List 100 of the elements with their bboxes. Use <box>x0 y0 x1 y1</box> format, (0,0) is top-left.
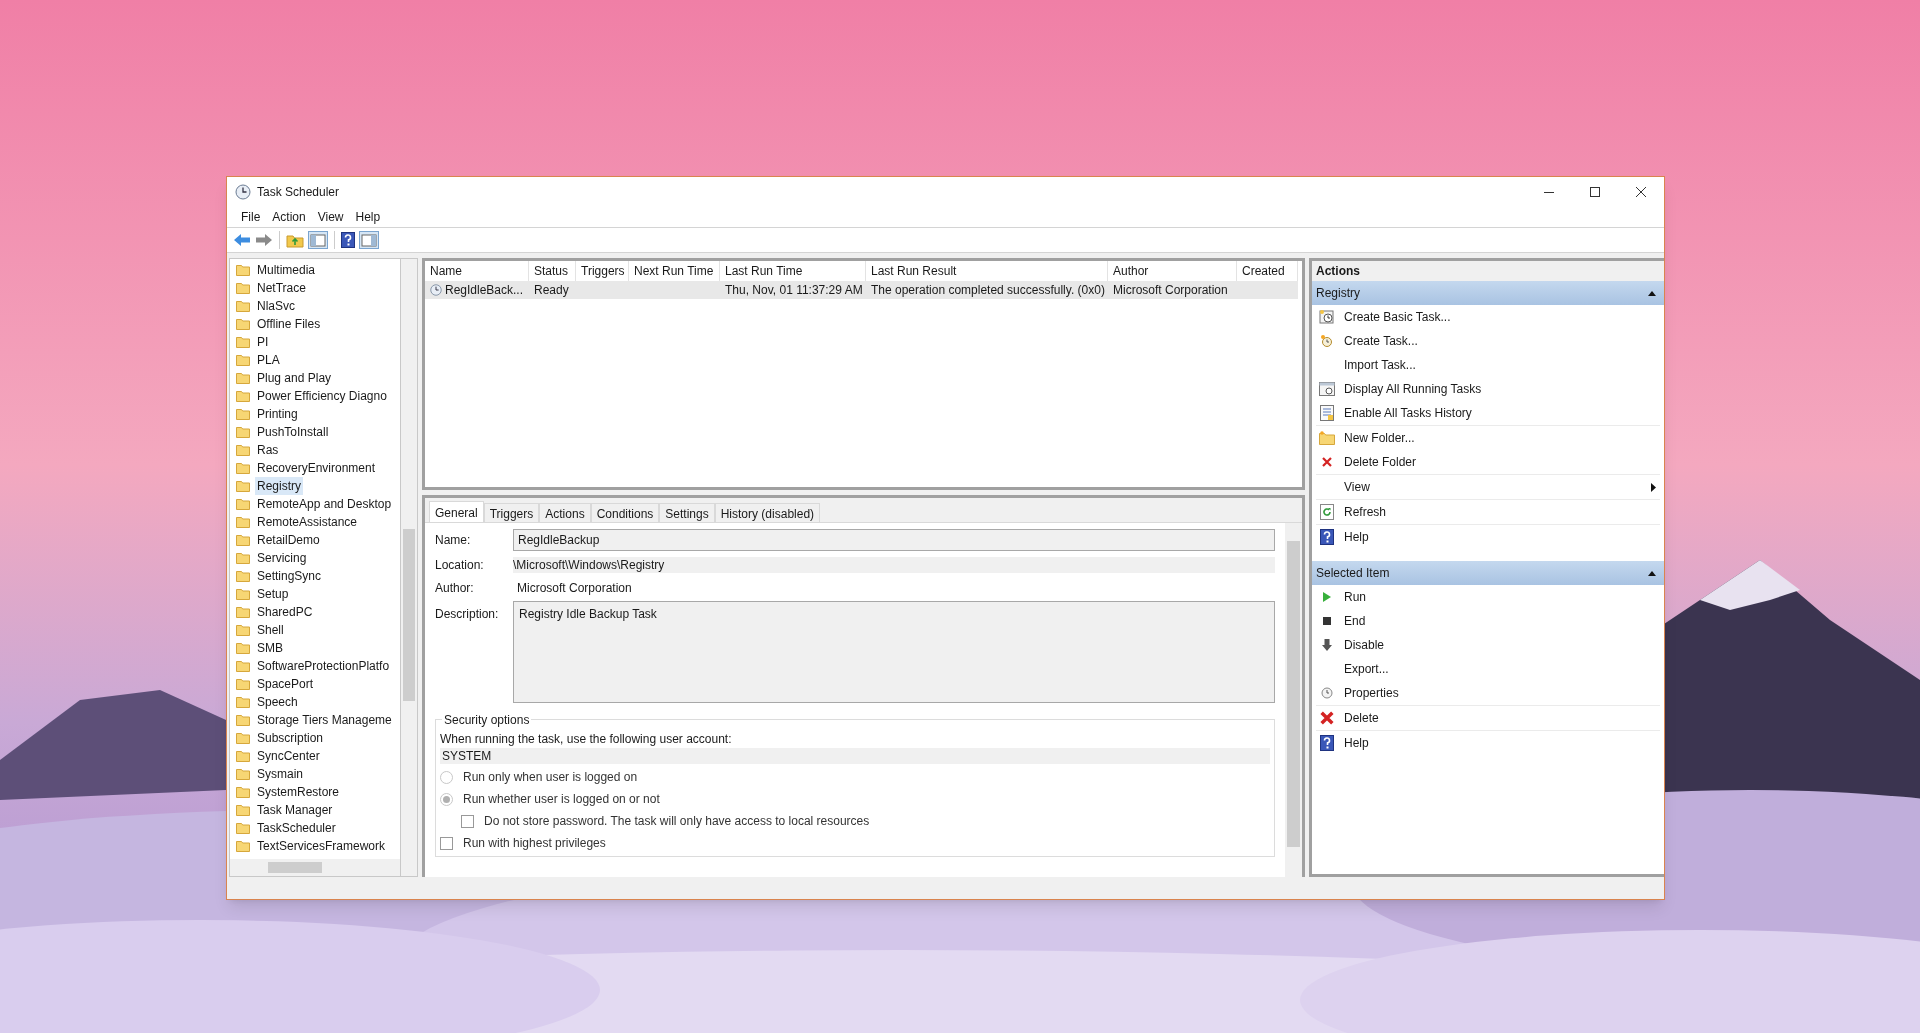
pane-command[interactable]: Delete Folder <box>1316 450 1660 474</box>
tree-item[interactable]: Plug and Play <box>255 369 334 387</box>
back-arrow-icon[interactable] <box>233 233 251 247</box>
tree-item[interactable]: RecoveryEnvironment <box>255 459 378 477</box>
tree-item[interactable]: Multimedia <box>255 261 318 279</box>
pane-command[interactable]: Properties <box>1316 681 1660 705</box>
field-label: Location: <box>435 556 485 574</box>
tree-item[interactable]: SMB <box>255 639 285 657</box>
pane-command[interactable]: Create Basic Task... <box>1316 305 1660 329</box>
tree-item[interactable]: SettingSync <box>255 567 324 585</box>
tree-item[interactable]: SpacePort <box>255 675 316 693</box>
clock-icon <box>235 183 251 200</box>
tree-item[interactable]: RemoteAssistance <box>255 513 360 531</box>
folder-icon <box>236 498 250 510</box>
menu-item[interactable]: Help <box>349 207 387 226</box>
pane-command[interactable]: Disable <box>1316 633 1660 657</box>
pane-command[interactable]: Help <box>1316 525 1660 549</box>
tab[interactable]: Triggers <box>483 503 540 522</box>
checkbox[interactable] <box>440 836 453 850</box>
tree-item[interactable]: Registry <box>255 477 303 495</box>
console-tree-icon[interactable] <box>308 231 328 249</box>
close-icon <box>1636 186 1646 197</box>
location-field: \Microsoft\Windows\Registry <box>513 556 1275 573</box>
pane-command[interactable]: Enable All Tasks History <box>1316 401 1660 425</box>
tree-item[interactable]: Power Efficiency Diagno <box>255 387 389 405</box>
account-field: SYSTEM <box>440 748 1270 764</box>
pane-command[interactable]: Delete <box>1316 706 1660 730</box>
pane-command[interactable]: Import Task... <box>1316 353 1660 377</box>
tab[interactable]: Actions <box>539 503 591 522</box>
action-pane-icon[interactable] <box>359 231 379 249</box>
tab[interactable]: History (disabled) <box>714 503 821 522</box>
folder-up-icon[interactable] <box>286 232 304 248</box>
radio-button[interactable] <box>440 770 453 784</box>
folder-icon <box>236 570 250 582</box>
tree-item[interactable]: Setup <box>255 585 291 603</box>
pane-command[interactable]: Refresh <box>1316 500 1660 524</box>
table-row[interactable]: RegIdleBack... Ready Thu, Nov, 01 11:37:29 AM The operation completed successfully. (0x0) Microsoft Corporation <box>425 281 1298 299</box>
tree-item[interactable]: SharedPC <box>255 603 315 621</box>
description-field[interactable]: Registry Idle Backup Task <box>513 601 1275 703</box>
pane-command[interactable]: Create Task... <box>1316 329 1660 353</box>
name-field[interactable]: RegIdleBackup <box>513 528 1275 551</box>
collapse-icon[interactable] <box>1648 290 1656 296</box>
section-header[interactable]: Selected Item <box>1312 561 1664 585</box>
tree-item[interactable]: PI <box>255 333 271 351</box>
checkbox[interactable] <box>461 814 474 828</box>
menu-item[interactable]: File <box>235 207 267 226</box>
tree-item[interactable]: Ras <box>255 441 281 459</box>
radio-button[interactable] <box>440 792 453 806</box>
folder-icon <box>236 534 250 546</box>
section-header[interactable]: Registry <box>1312 281 1664 305</box>
menu-item[interactable]: Action <box>266 207 312 226</box>
submenu-arrow-icon <box>1651 482 1656 492</box>
tree-item[interactable]: SystemRestore <box>255 783 342 801</box>
folder-icon <box>236 822 250 834</box>
tab[interactable]: Settings <box>659 503 715 522</box>
tree-item[interactable]: Printing <box>255 405 300 423</box>
tree-item[interactable]: NetTrace <box>255 279 308 297</box>
clock-icon <box>1320 334 1334 348</box>
folder-icon <box>236 768 250 780</box>
vertical-scrollbar[interactable] <box>401 258 418 877</box>
tree-item[interactable]: TextServicesFramework <box>255 837 388 855</box>
tree-item[interactable]: Offline Files <box>255 315 323 333</box>
pane-command[interactable]: Display All Running Tasks <box>1316 377 1660 401</box>
window-clock-icon <box>1319 382 1335 396</box>
vertical-scrollbar[interactable] <box>1285 523 1302 877</box>
tree-item[interactable]: NlaSvc <box>255 297 297 315</box>
tree-item[interactable]: PLA <box>255 351 282 369</box>
tree-item[interactable]: Shell <box>255 621 286 639</box>
horizontal-scrollbar[interactable] <box>230 859 400 876</box>
field-label: Name: <box>435 531 472 549</box>
tree-item[interactable]: TaskScheduler <box>255 819 338 837</box>
tree-item[interactable]: Subscription <box>255 729 326 747</box>
pane-command[interactable]: Help <box>1316 731 1660 755</box>
delete-icon <box>1321 456 1333 468</box>
pane-command[interactable]: Export... <box>1316 657 1660 681</box>
table-cell-text: The operation completed successfully. (0x0) <box>871 282 1105 299</box>
folder-icon <box>236 804 250 816</box>
tree-item[interactable]: SyncCenter <box>255 747 322 765</box>
forward-arrow-icon[interactable] <box>255 233 273 247</box>
tree-item[interactable]: RemoteApp and Desktop <box>255 495 394 513</box>
pane-command[interactable]: End <box>1316 609 1660 633</box>
tab[interactable]: Conditions <box>590 503 660 522</box>
menu-item[interactable]: View <box>311 207 350 226</box>
pane-command[interactable]: Run <box>1316 585 1660 609</box>
help-icon <box>1320 529 1334 545</box>
tree-item[interactable]: RetailDemo <box>255 531 322 549</box>
pane-command[interactable]: View <box>1316 475 1660 499</box>
tree-item[interactable]: PushToInstall <box>255 423 331 441</box>
tree-item[interactable]: Sysmain <box>255 765 305 783</box>
pane-command[interactable]: New Folder... <box>1316 426 1660 450</box>
tree-item[interactable]: Storage Tiers Manageme <box>255 711 394 729</box>
tab[interactable]: General <box>429 501 484 522</box>
field-label: Description: <box>435 606 500 623</box>
tree-item[interactable]: Speech <box>255 693 300 711</box>
tree-item[interactable]: Task Manager <box>255 801 335 819</box>
folder-icon <box>236 678 250 690</box>
tree-item[interactable]: SoftwareProtectionPlatfo <box>255 657 392 675</box>
tree-item[interactable]: Servicing <box>255 549 309 567</box>
collapse-icon[interactable] <box>1648 570 1656 576</box>
play-icon <box>1322 591 1332 603</box>
